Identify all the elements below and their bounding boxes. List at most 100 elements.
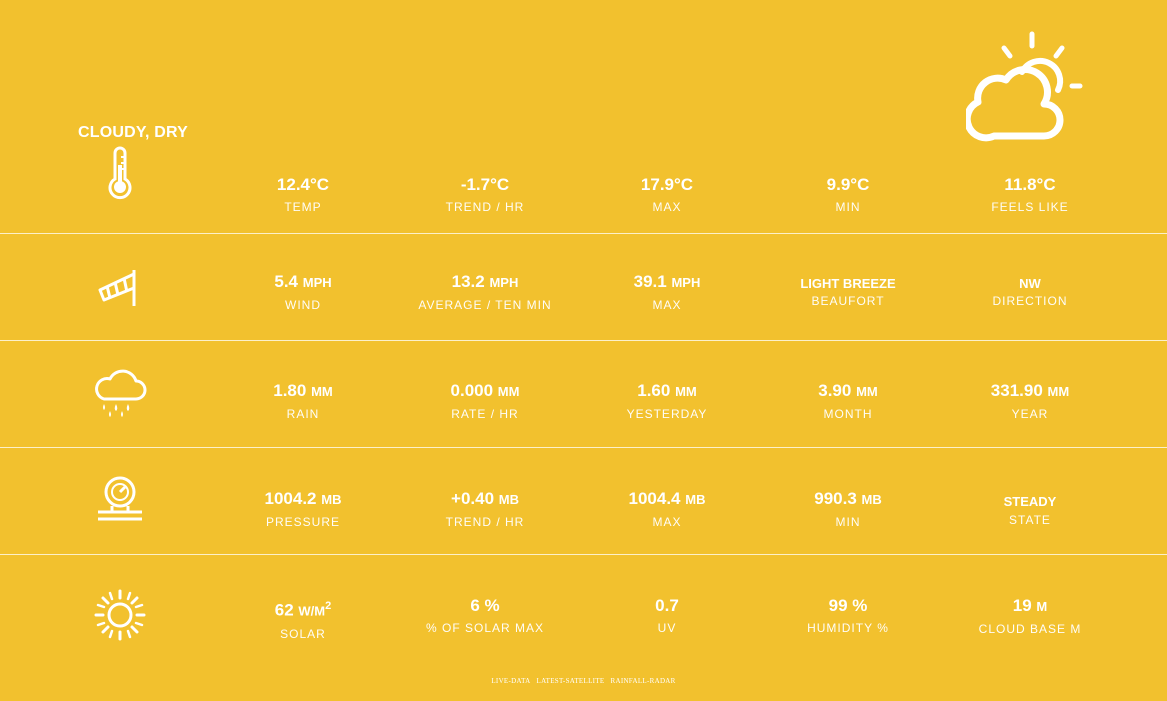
feels-like-label: FEELS LIKE: [991, 200, 1069, 214]
temp-max-cell: 17.9°C MAX: [577, 175, 757, 214]
pressure-max-value: 1004.4: [628, 489, 681, 508]
rain-cell: 1.80 MM RAIN: [213, 381, 393, 421]
wind-average-label: AVERAGE / TEN MIN: [418, 298, 552, 312]
temp-value: 12.4°C: [276, 175, 330, 194]
temp-min-value: 9.9°C: [826, 175, 870, 194]
temperature-row: 12.4°C TEMP -1.7°C TREND / HR 17.9°C MAX…: [0, 137, 1167, 234]
uv-cell: 0.7 UV: [577, 596, 757, 635]
temp-label: TEMP: [284, 200, 322, 214]
solar-value: 62: [274, 600, 294, 620]
wind-direction-label: DIRECTION: [992, 294, 1068, 308]
solar-unit: W/M: [298, 603, 326, 619]
temp-trend-value: -1.7°C: [460, 175, 510, 194]
solar-unit-superscript: 2: [325, 600, 332, 612]
wind-max-label: MAX: [652, 298, 682, 312]
pressure-cell: 1004.2 MB PRESSURE: [213, 489, 393, 529]
rain-yesterday-cell: 1.60 MM YESTERDAY: [577, 381, 757, 421]
pressure-min-cell: 990.3 MB MIN: [758, 489, 938, 529]
feels-like-cell: 11.8°C FEELS LIKE: [940, 175, 1120, 214]
pressure-unit: MB: [321, 492, 342, 507]
thermometer-icon: [90, 143, 150, 203]
humidity-value: 99 %: [828, 596, 868, 615]
wind-speed-unit: MPH: [302, 275, 332, 290]
wind-speed-cell: 5.4 MPH WIND: [213, 272, 393, 312]
temp-max-value: 17.9°C: [640, 175, 694, 194]
rain-year-value: 331.90: [990, 381, 1043, 400]
temp-min-label: MIN: [835, 200, 861, 214]
wind-speed-label: WIND: [285, 298, 321, 312]
rain-label: RAIN: [286, 407, 320, 421]
beaufort-cell: LIGHT BREEZE BEAUFORT: [758, 275, 938, 308]
rain-row: 1.80 MM RAIN 0.000 MM RATE / HR 1.60 MM …: [0, 341, 1167, 448]
pressure-row: 1004.2 MB PRESSURE +0.40 MB TREND / HR 1…: [0, 448, 1167, 555]
pressure-state-label: STATE: [1009, 513, 1051, 527]
barometer-icon: [90, 470, 150, 530]
rain-year-label: YEAR: [1011, 407, 1049, 421]
rain-yesterday-label: YESTERDAY: [626, 407, 708, 421]
wind-speed-value: 5.4: [274, 272, 298, 291]
pressure-max-unit: MB: [685, 492, 706, 507]
rainfall-radar-link[interactable]: RAINFALL-RADAR: [611, 677, 676, 685]
rain-month-unit: MM: [856, 384, 878, 399]
pressure-state-value: STEADY: [1003, 494, 1057, 509]
wind-max-value: 39.1: [633, 272, 667, 291]
pressure-min-value: 990.3: [814, 489, 857, 508]
windsock-icon: [90, 258, 150, 318]
temp-min-cell: 9.9°C MIN: [758, 175, 938, 214]
cloud-base-unit: M: [1036, 599, 1048, 614]
pressure-label: PRESSURE: [265, 515, 341, 529]
wind-average-cell: 13.2 MPH AVERAGE / TEN MIN: [395, 272, 575, 312]
wind-row: 5.4 MPH WIND 13.2 MPH AVERAGE / TEN MIN …: [0, 234, 1167, 341]
wind-direction-cell: NW DIRECTION: [940, 275, 1120, 308]
humidity-label: HUMIDITY %: [807, 621, 889, 635]
beaufort-value: LIGHT BREEZE: [800, 276, 896, 291]
pressure-state-cell: STEADY STATE: [940, 494, 1120, 527]
feels-like-value: 11.8°C: [1004, 175, 1056, 194]
latest-satellite-link[interactable]: LATEST-SATELLITE: [537, 677, 605, 685]
rain-year-unit: MM: [1047, 384, 1070, 399]
uv-label: UV: [657, 621, 677, 635]
beaufort-label: BEAUFORT: [811, 294, 885, 308]
rain-month-label: MONTH: [823, 407, 873, 421]
solar-row: 62 W/M2 SOLAR 6 % % OF SOLAR MAX 0.7 UV …: [0, 555, 1167, 661]
temp-trend-label: TREND / HR: [445, 200, 525, 214]
wind-max-unit: MPH: [671, 275, 701, 290]
rain-month-cell: 3.90 MM MONTH: [758, 381, 938, 421]
rain-value: 1.80: [273, 381, 307, 400]
solar-percent-label: % OF SOLAR MAX: [425, 621, 545, 635]
rain-year-cell: 331.90 MM YEAR: [940, 381, 1120, 421]
wind-direction-value: NW: [1019, 276, 1041, 291]
pressure-trend-unit: MB: [498, 492, 519, 507]
wind-average-unit: MPH: [489, 275, 519, 290]
solar-cell: 62 W/M2 SOLAR: [213, 596, 393, 641]
pressure-min-unit: MB: [861, 492, 882, 507]
sun-cloud-icon: [966, 31, 1083, 142]
temp-max-label: MAX: [652, 200, 682, 214]
pressure-max-label: MAX: [652, 515, 682, 529]
humidity-cell: 99 % HUMIDITY %: [758, 596, 938, 635]
solar-percent-cell: 6 % % OF SOLAR MAX: [395, 596, 575, 635]
cloud-base-cell: 19 M CLOUD BASE M: [940, 596, 1120, 636]
pressure-min-label: MIN: [835, 515, 861, 529]
rain-rate-value: 0.000: [450, 381, 494, 400]
wind-average-value: 13.2: [451, 272, 485, 291]
cloud-base-label: CLOUD BASE M: [978, 622, 1082, 636]
uv-value: 0.7: [655, 596, 679, 615]
footer-links: LIVE-DATA LATEST-SATELLITE RAINFALL-RADA…: [0, 677, 1167, 685]
temp-cell: 12.4°C TEMP: [213, 175, 393, 214]
solar-percent-value: 6 %: [470, 596, 500, 615]
rain-rate-label: RATE / HR: [451, 407, 519, 421]
rain-month-value: 3.90: [818, 381, 852, 400]
wind-max-cell: 39.1 MPH MAX: [577, 272, 757, 312]
pressure-trend-label: TREND / HR: [445, 515, 525, 529]
pressure-trend-value: +0.40: [451, 489, 495, 508]
pressure-trend-cell: +0.40 MB TREND / HR: [395, 489, 575, 529]
rain-unit: MM: [311, 384, 333, 399]
cloud-base-value: 19: [1012, 596, 1032, 615]
rain-yesterday-value: 1.60: [637, 381, 671, 400]
rain-rate-cell: 0.000 MM RATE / HR: [395, 381, 575, 421]
live-data-link[interactable]: LIVE-DATA: [491, 677, 530, 685]
weather-table: 12.4°C TEMP -1.7°C TREND / HR 17.9°C MAX…: [0, 137, 1167, 661]
rain-yesterday-unit: MM: [675, 384, 697, 399]
rain-rate-unit: MM: [497, 384, 520, 399]
